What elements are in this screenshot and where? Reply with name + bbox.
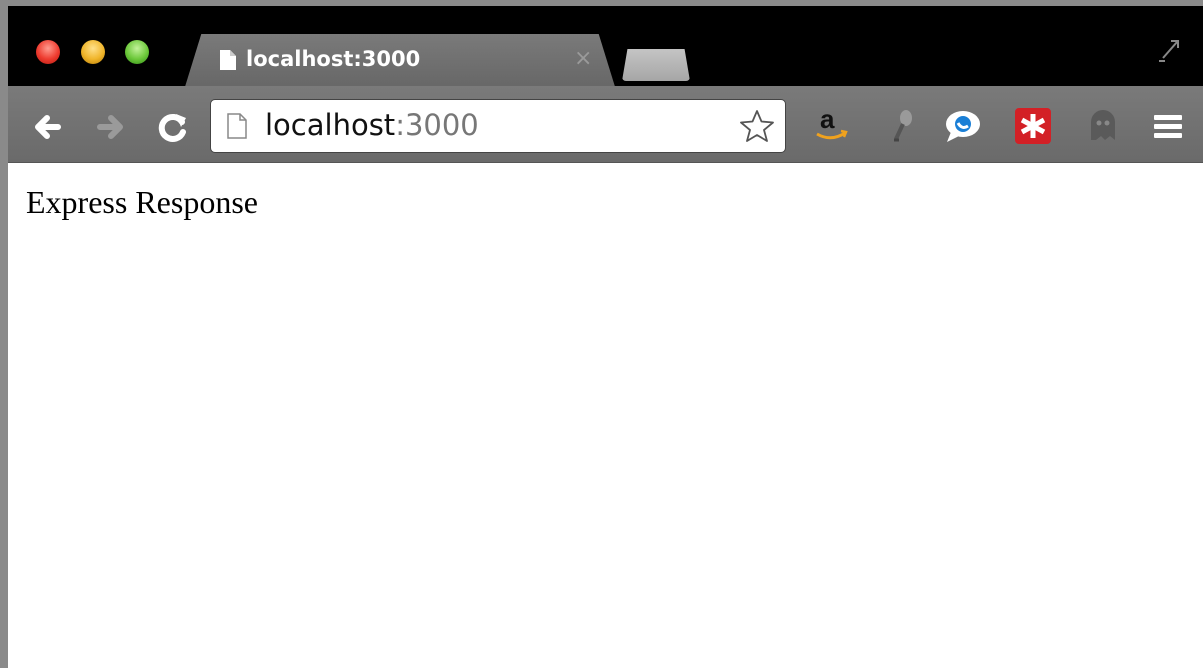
tab-localhost[interactable]: localhost:3000 × [184,34,616,90]
url-host: localhost [265,108,396,142]
page-text: Express Response [26,184,258,220]
reload-icon[interactable] [152,108,192,146]
microphone-icon[interactable] [883,106,923,146]
url-text[interactable]: localhost:3000 [265,108,479,142]
svg-text:a: a [820,106,835,134]
amazon-icon[interactable]: a [811,106,851,146]
page-content: Express Response [8,163,1203,668]
minimize-window-button[interactable] [81,40,105,64]
back-icon[interactable] [28,108,68,146]
new-tab-button[interactable] [622,49,690,81]
fullscreen-icon[interactable] [1155,28,1185,68]
ghostery-icon[interactable] [1083,106,1123,146]
toolbar: localhost:3000 a [8,86,1203,163]
menu-icon[interactable] [1148,106,1188,146]
zoom-window-button[interactable] [125,40,149,64]
lastpass-icon[interactable] [1013,106,1053,146]
address-bar[interactable]: localhost:3000 [210,99,786,153]
bookmark-star-icon[interactable] [739,109,775,143]
tab-close-icon[interactable]: × [574,46,592,71]
url-port: :3000 [395,108,479,142]
page-icon [227,113,247,139]
page-icon [220,50,236,70]
close-window-button[interactable] [36,40,60,64]
tab-title: localhost:3000 [246,47,421,71]
browser-window: localhost:3000 × localhost:3000 a Expres… [0,0,1203,668]
forward-icon[interactable] [90,108,130,146]
title-bar: localhost:3000 × [8,6,1203,90]
chat-bubble-icon[interactable] [943,106,983,146]
